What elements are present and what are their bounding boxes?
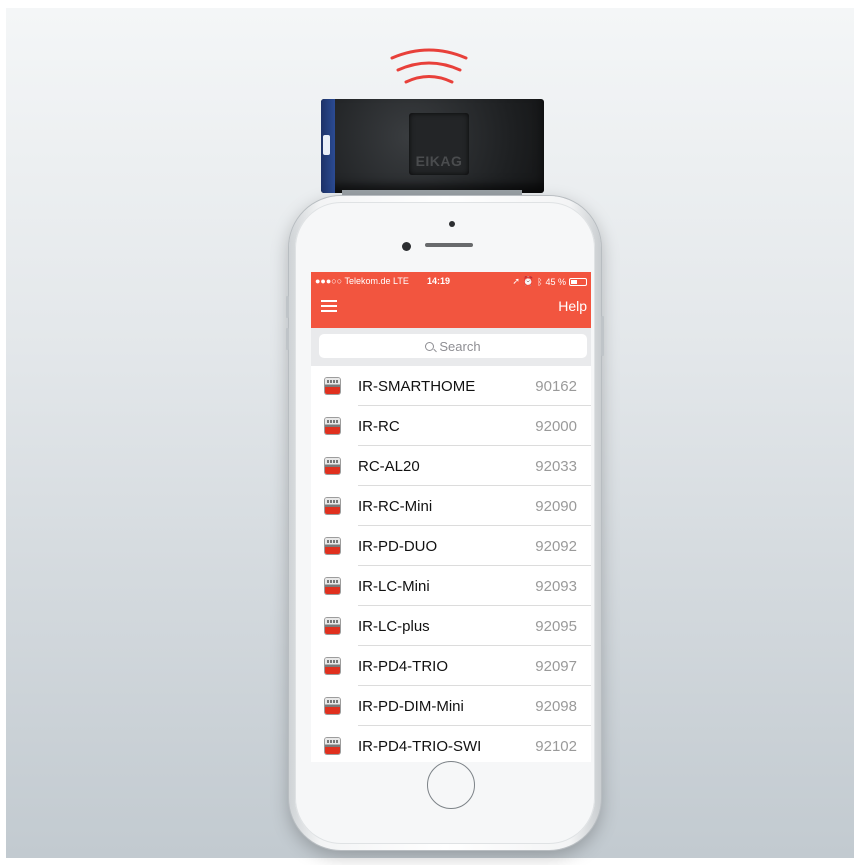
battery-fill <box>571 279 577 284</box>
list-item[interactable]: IR-RC 92000 <box>311 406 591 446</box>
device-icon <box>325 698 340 714</box>
status-time: 14:19 <box>427 276 451 286</box>
device-icon <box>325 378 340 394</box>
status-bar: ●●●○○ Telekom.de LTE 14:19 ➚ ⏰ ᛒ 45 % <box>311 276 591 290</box>
device-number: 92095 <box>535 618 577 635</box>
device-number: 92033 <box>535 458 577 475</box>
device-icon <box>325 538 340 554</box>
device-icon <box>325 458 340 474</box>
volume-button <box>286 328 289 350</box>
device-icon <box>325 578 340 594</box>
device-name: RC-AL20 <box>358 458 420 475</box>
search-placeholder: Search <box>439 338 481 354</box>
device-icon <box>325 618 340 634</box>
device-number: 92102 <box>535 738 577 755</box>
home-button[interactable] <box>427 761 475 809</box>
dongle-logo: EIKAG <box>409 113 469 175</box>
device-number: 92000 <box>535 418 577 435</box>
bluetooth-icon: ᛒ <box>537 276 543 287</box>
device-number: 92093 <box>535 578 577 595</box>
phone: ●●●○○ Telekom.de LTE 14:19 ➚ ⏰ ᛒ 45 % He… <box>286 196 604 850</box>
list-item[interactable]: IR-PD-DUO 92092 <box>311 526 591 566</box>
app-screen: ●●●○○ Telekom.de LTE 14:19 ➚ ⏰ ᛒ 45 % He… <box>311 272 591 762</box>
list-item[interactable]: IR-LC-plus 92095 <box>311 606 591 646</box>
device-name: IR-PD4-TRIO <box>358 658 448 675</box>
list-item[interactable]: IR-PD-DIM-Mini 92098 <box>311 686 591 726</box>
battery-percent: 45 % <box>545 276 566 287</box>
device-number: 90162 <box>535 378 577 395</box>
device-icon <box>325 658 340 674</box>
device-name: IR-LC-Mini <box>358 578 430 595</box>
earpiece-speaker <box>425 243 473 247</box>
device-name: IR-LC-plus <box>358 618 430 635</box>
power-button <box>601 316 604 356</box>
device-number: 92098 <box>535 698 577 715</box>
list-item[interactable]: IR-PD4-TRIO 92097 <box>311 646 591 686</box>
list-item[interactable]: RC-AL20 92033 <box>311 446 591 486</box>
proximity-sensor <box>449 221 455 227</box>
dongle-side-panel <box>321 99 335 193</box>
device-list: IR-SMARTHOME 90162 IR-RC 92000 RC-AL20 92033 I… <box>311 366 591 762</box>
dongle-slot <box>323 135 330 155</box>
location-icon: ➚ <box>512 276 520 286</box>
hamburger-menu-icon[interactable] <box>321 300 337 312</box>
nav-bar: ●●●○○ Telekom.de LTE 14:19 ➚ ⏰ ᛒ 45 % He… <box>311 272 591 328</box>
device-number: 92097 <box>535 658 577 675</box>
list-item[interactable]: IR-LC-Mini 92093 <box>311 566 591 606</box>
device-number: 92092 <box>535 538 577 555</box>
device-icon <box>325 418 340 434</box>
battery-icon <box>569 277 587 286</box>
ir-signal-icon <box>390 48 468 84</box>
search-bar: Search <box>311 328 591 366</box>
help-button[interactable]: Help <box>558 298 587 314</box>
device-name: IR-PD-DIM-Mini <box>358 698 464 715</box>
list-item[interactable]: IR-SMARTHOME 90162 <box>311 366 591 406</box>
front-camera <box>402 242 411 251</box>
status-indicators: ➚ ⏰ ᛒ 45 % <box>512 276 587 287</box>
list-item[interactable]: IR-RC-Mini 92090 <box>311 486 591 526</box>
alarm-icon: ⏰ <box>522 276 535 286</box>
ir-dongle: EIKAG <box>321 99 544 193</box>
device-name: IR-PD4-TRIO-SWI <box>358 738 482 755</box>
volume-button <box>286 296 289 318</box>
device-name: IR-PD-DUO <box>358 538 438 555</box>
device-number: 92090 <box>535 498 577 515</box>
phone-front: ●●●○○ Telekom.de LTE 14:19 ➚ ⏰ ᛒ 45 % He… <box>295 202 595 844</box>
carrier-label: ●●●○○ Telekom.de LTE <box>315 276 409 286</box>
device-name: IR-RC <box>358 418 400 435</box>
search-icon <box>425 341 435 351</box>
device-icon <box>325 498 340 514</box>
device-icon <box>325 738 340 754</box>
search-input[interactable]: Search <box>319 334 587 358</box>
list-item[interactable]: IR-PD4-TRIO-SWI 92102 <box>311 726 591 762</box>
device-name: IR-SMARTHOME <box>358 378 476 395</box>
device-name: IR-RC-Mini <box>358 498 433 515</box>
